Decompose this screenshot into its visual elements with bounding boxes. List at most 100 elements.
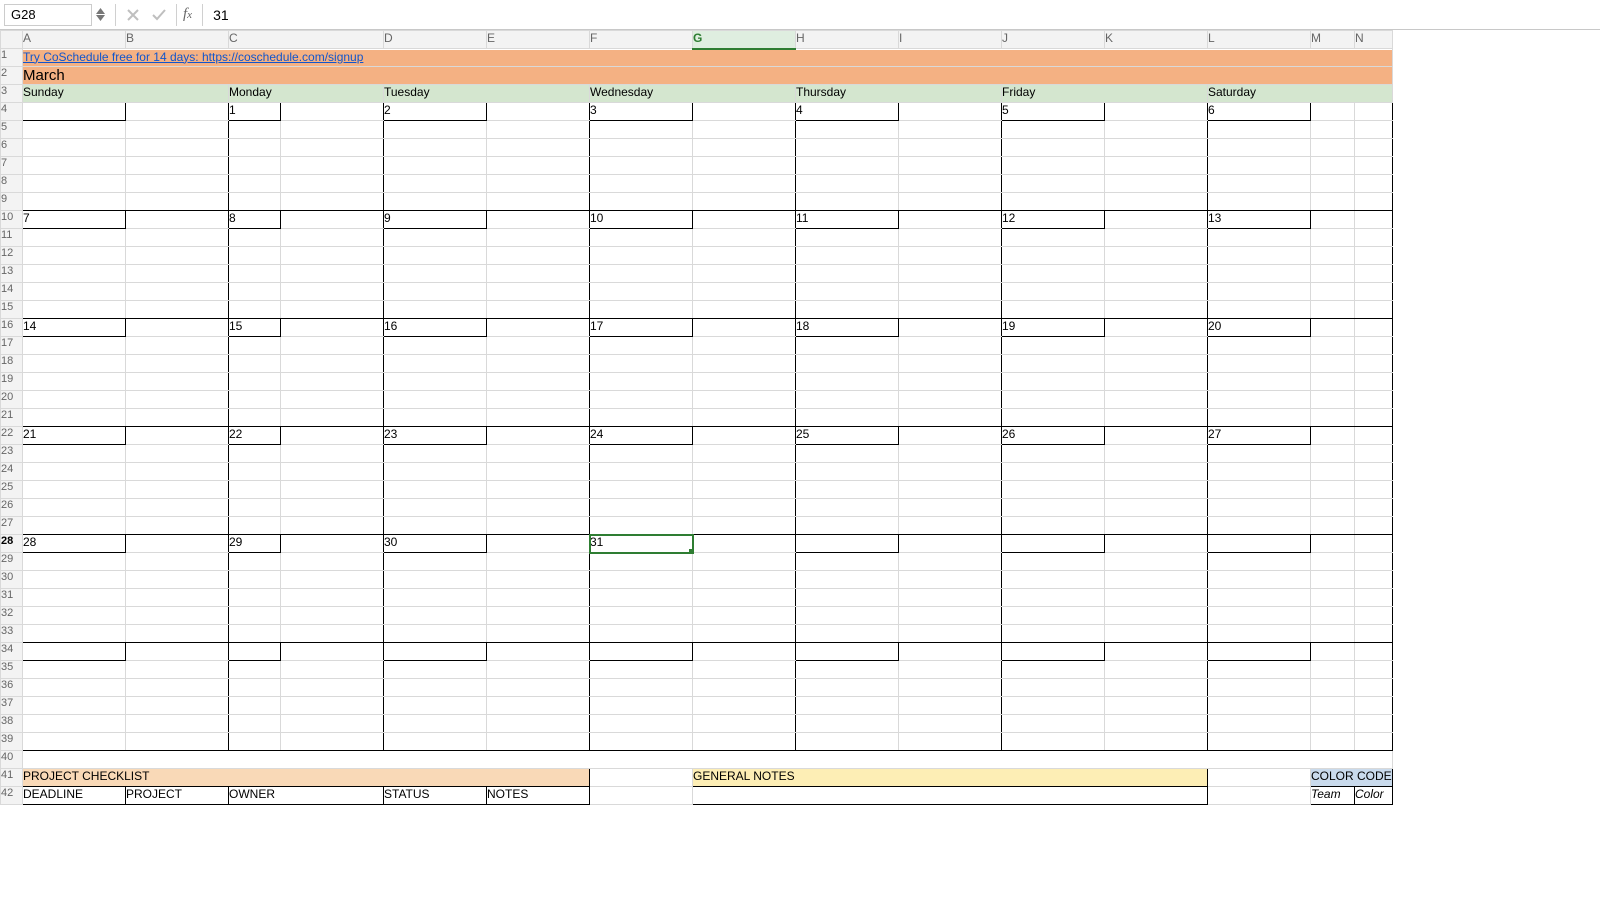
project-checklist-title[interactable]: PROJECT CHECKLIST [23, 769, 590, 787]
cell[interactable] [281, 697, 384, 715]
cell[interactable] [1311, 445, 1355, 463]
cell[interactable] [1208, 121, 1311, 139]
cell[interactable] [590, 139, 693, 157]
cell[interactable] [1311, 679, 1355, 697]
cell[interactable] [1105, 175, 1208, 193]
row-header[interactable]: 19 [1, 373, 23, 391]
cell[interactable] [229, 481, 281, 499]
cell[interactable] [23, 661, 126, 679]
cell[interactable] [899, 607, 1002, 625]
cell[interactable] [1355, 157, 1393, 175]
cell[interactable] [487, 265, 590, 283]
cell[interactable] [126, 715, 229, 733]
cell[interactable] [693, 445, 796, 463]
cell[interactable] [384, 409, 487, 427]
cell[interactable] [229, 589, 281, 607]
date-cell[interactable]: 22 [229, 427, 281, 445]
cell[interactable] [126, 643, 229, 661]
date-cell[interactable] [590, 643, 693, 661]
cell[interactable] [487, 535, 590, 553]
cell[interactable] [281, 211, 384, 229]
cell[interactable] [1311, 229, 1355, 247]
date-cell[interactable]: 29 [229, 535, 281, 553]
row-header[interactable]: 41 [1, 769, 23, 787]
cell[interactable] [229, 283, 281, 301]
row-header[interactable]: 2 [1, 67, 23, 85]
row-header[interactable]: 34 [1, 643, 23, 661]
cell[interactable] [899, 445, 1002, 463]
cell[interactable] [590, 589, 693, 607]
cell[interactable] [1105, 211, 1208, 229]
cell[interactable] [1311, 625, 1355, 643]
cell[interactable] [229, 337, 281, 355]
cell[interactable] [1355, 103, 1393, 121]
cell[interactable] [1311, 211, 1355, 229]
cell[interactable] [384, 301, 487, 319]
cell[interactable] [899, 427, 1002, 445]
cell[interactable] [281, 661, 384, 679]
cell[interactable] [1311, 661, 1355, 679]
cell[interactable] [1355, 193, 1393, 211]
cell[interactable] [693, 499, 796, 517]
cell[interactable] [281, 445, 384, 463]
cell[interactable] [487, 697, 590, 715]
cell[interactable] [1311, 463, 1355, 481]
date-cell[interactable]: 4 [796, 103, 899, 121]
cell[interactable] [1105, 139, 1208, 157]
cell[interactable] [899, 157, 1002, 175]
cell[interactable] [1311, 499, 1355, 517]
cell[interactable] [1105, 643, 1208, 661]
cell[interactable] [23, 445, 126, 463]
cell[interactable] [590, 769, 693, 787]
cell[interactable] [796, 463, 899, 481]
cell[interactable] [229, 391, 281, 409]
cell[interactable] [487, 643, 590, 661]
cell[interactable] [23, 751, 1393, 769]
cell[interactable] [23, 607, 126, 625]
row-header[interactable]: 37 [1, 697, 23, 715]
general-notes-title[interactable]: GENERAL NOTES [693, 769, 1208, 787]
cell[interactable] [899, 139, 1002, 157]
cell[interactable] [796, 157, 899, 175]
cell[interactable] [487, 661, 590, 679]
date-cell[interactable]: 1 [229, 103, 281, 121]
cell[interactable] [229, 301, 281, 319]
cell[interactable] [1002, 715, 1105, 733]
cell[interactable] [590, 499, 693, 517]
cell[interactable] [281, 121, 384, 139]
cell[interactable] [126, 355, 229, 373]
cell[interactable] [281, 301, 384, 319]
cell[interactable] [899, 625, 1002, 643]
cell[interactable] [1355, 319, 1393, 337]
cell[interactable] [1105, 607, 1208, 625]
cell[interactable] [1311, 697, 1355, 715]
cell[interactable] [281, 427, 384, 445]
row-header[interactable]: 42 [1, 787, 23, 805]
cell[interactable] [693, 229, 796, 247]
cell[interactable] [1105, 157, 1208, 175]
cell[interactable] [1208, 283, 1311, 301]
cell[interactable] [487, 481, 590, 499]
cell[interactable] [899, 103, 1002, 121]
cell[interactable] [229, 247, 281, 265]
cell[interactable] [281, 409, 384, 427]
checklist-col[interactable]: NOTES [487, 787, 590, 805]
cell[interactable] [1002, 733, 1105, 751]
cell[interactable] [1105, 283, 1208, 301]
cell[interactable] [487, 121, 590, 139]
cell[interactable] [1355, 247, 1393, 265]
date-cell[interactable]: 26 [1002, 427, 1105, 445]
cell[interactable] [1002, 481, 1105, 499]
cell[interactable] [23, 229, 126, 247]
cell[interactable] [23, 337, 126, 355]
cell[interactable] [126, 517, 229, 535]
cell[interactable] [590, 679, 693, 697]
cell[interactable] [487, 427, 590, 445]
cell[interactable] [1208, 661, 1311, 679]
cell[interactable] [487, 715, 590, 733]
cell[interactable] [281, 391, 384, 409]
cell[interactable] [1002, 445, 1105, 463]
cell[interactable] [1002, 697, 1105, 715]
cell[interactable] [281, 607, 384, 625]
cell[interactable] [126, 463, 229, 481]
